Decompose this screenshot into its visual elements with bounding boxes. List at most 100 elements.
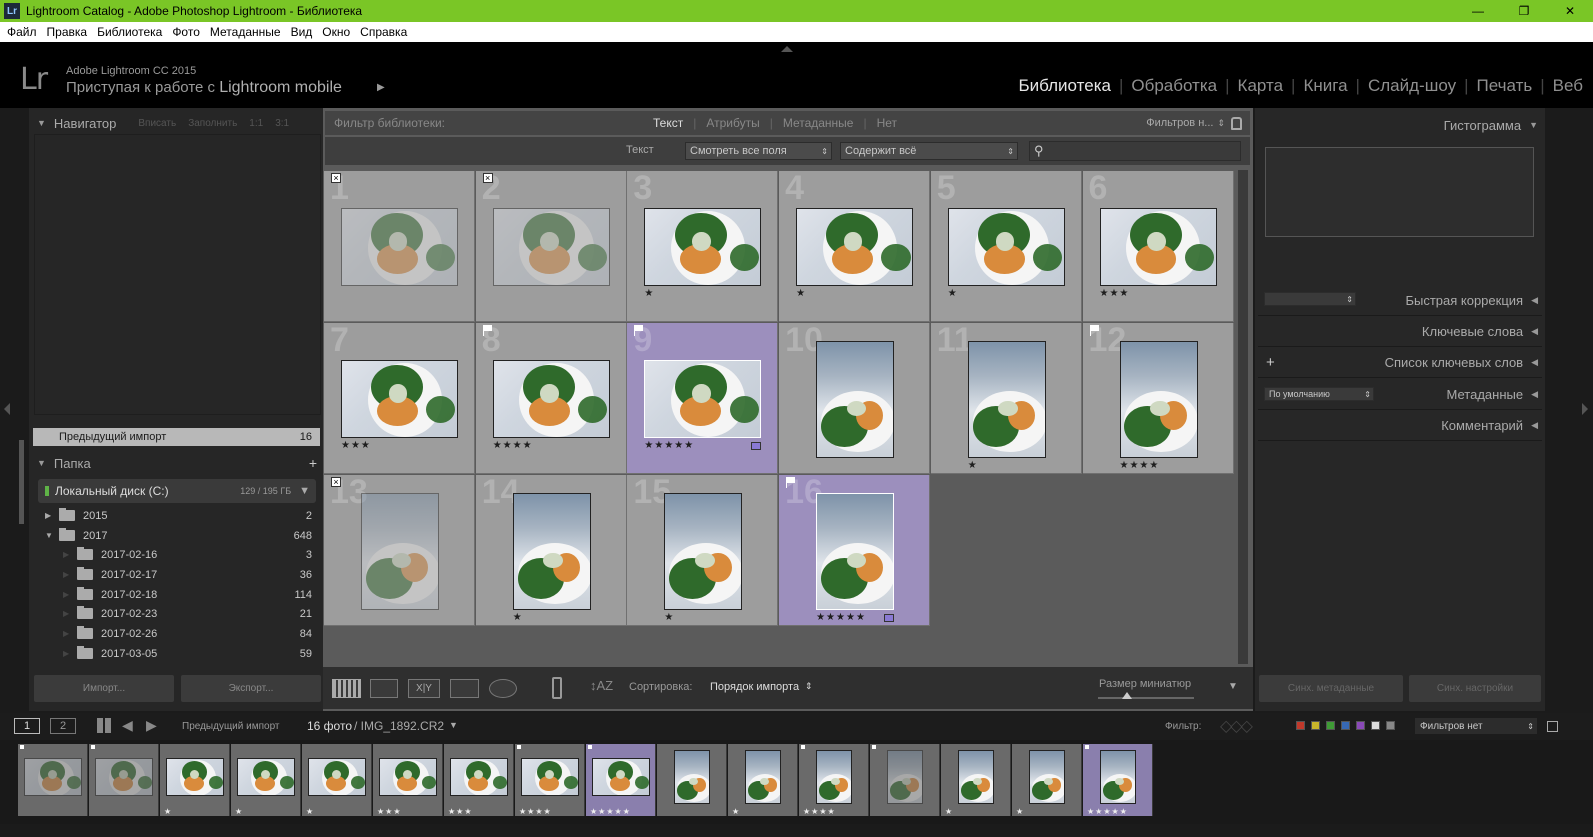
folder-row[interactable]: ▶ 2017-02-26 84 — [33, 624, 320, 643]
photo-thumbnail[interactable] — [644, 208, 762, 286]
filmstrip-filter-select[interactable]: Фильтров нет ⇕ — [1415, 718, 1537, 734]
disk-volume[interactable]: Локальный диск (C:) 129 / 195 ГБ ▼ — [38, 479, 316, 503]
star-rating[interactable]: ★ — [968, 460, 978, 471]
color-label-swatch[interactable] — [1326, 721, 1335, 730]
filmstrip-thumbnail[interactable] — [379, 758, 437, 796]
filmstrip-thumbnail[interactable] — [450, 758, 508, 796]
toolbar-menu-icon[interactable]: ▼ — [1228, 681, 1238, 692]
navigator-preview[interactable] — [34, 134, 321, 415]
search-field-select[interactable]: Смотреть все поля ⇕ — [685, 142, 832, 160]
left-panel-scrollbar[interactable] — [19, 440, 24, 524]
module-slideshow[interactable]: Слайд-шоу — [1362, 76, 1462, 96]
color-label-swatch[interactable] — [1341, 721, 1350, 730]
sort-value[interactable]: Порядок импорта — [710, 681, 799, 693]
folder-row[interactable]: ▶ 2015 2 — [33, 506, 320, 525]
catalog-previous-import[interactable]: Предыдущий импорт 16 — [33, 428, 320, 446]
expand-triangle-icon[interactable]: ▼ — [33, 531, 59, 540]
filmstrip-cell[interactable]: ★ — [302, 744, 372, 816]
right-panel-toggle-icon[interactable] — [1582, 403, 1588, 415]
filmstrip-cell[interactable]: ★ — [1012, 744, 1082, 816]
filmstrip-cell[interactable]: ★★★★★ — [586, 744, 656, 816]
expand-triangle-icon[interactable]: ▶ — [33, 590, 77, 599]
photo-thumbnail[interactable] — [644, 360, 762, 438]
filter-tab-none[interactable]: Нет — [877, 116, 897, 130]
filmstrip-cell[interactable] — [89, 744, 159, 816]
grid-cell[interactable]: 12 ★★★★ — [1082, 323, 1234, 474]
menu-help[interactable]: Справка — [360, 25, 407, 39]
reject-flag-icon[interactable]: × — [331, 173, 341, 183]
sort-dropdown-icon[interactable]: ⇕ — [805, 681, 813, 692]
play-icon[interactable]: ▶ — [377, 82, 385, 93]
grid-cell[interactable]: 6 ★★★ — [1082, 171, 1234, 322]
photo-thumbnail[interactable] — [512, 493, 591, 610]
color-label-swatch[interactable] — [1356, 721, 1365, 730]
comments-header[interactable]: Комментарий ◀ — [1258, 411, 1542, 441]
source-dropdown-icon[interactable]: ▼ — [449, 720, 458, 730]
quick-develop-header[interactable]: ⇕ Быстрая коррекция ◀ — [1258, 286, 1542, 316]
grid-cell[interactable]: 1 × — [324, 171, 475, 322]
filmstrip-thumbnail[interactable] — [887, 750, 923, 804]
star-rating[interactable]: ★ — [513, 612, 523, 623]
photo-thumbnail[interactable] — [361, 493, 439, 610]
filmstrip-cell[interactable]: ★★★★ — [515, 744, 585, 816]
grid-cell[interactable]: 9 ★★★★★ — [627, 323, 779, 474]
color-label-swatch[interactable] — [1371, 721, 1380, 730]
folders-header[interactable]: ▼ Папка + — [29, 450, 323, 476]
filmstrip-cell[interactable] — [870, 744, 940, 816]
photo-thumbnail[interactable] — [967, 341, 1046, 458]
star-rating[interactable]: ★★★ — [1100, 288, 1130, 299]
expand-triangle-icon[interactable]: ▶ — [33, 629, 77, 638]
filmstrip-cell[interactable] — [18, 744, 88, 816]
reject-flag-icon[interactable]: × — [331, 477, 341, 487]
pick-flag-icon[interactable] — [786, 477, 796, 488]
photo-thumbnail[interactable] — [341, 208, 458, 286]
main-screen-button[interactable]: 1 — [14, 718, 40, 734]
star-rating[interactable]: ★★★★ — [1120, 460, 1160, 471]
star-rating[interactable]: ★★★★★ — [644, 440, 694, 451]
star-rating[interactable]: ★ — [664, 612, 674, 623]
grid-cell[interactable]: 14 ★ — [475, 475, 627, 626]
filmstrip-cell[interactable]: ★ — [728, 744, 798, 816]
thumbnail-size-slider[interactable] — [1098, 697, 1194, 699]
filmstrip-cell[interactable]: ★★★ — [444, 744, 514, 816]
menu-metadata[interactable]: Метаданные — [210, 25, 281, 39]
grid-view-icon[interactable] — [332, 679, 361, 698]
metadata-header[interactable]: По умолчанию ⇕ Метаданные ◀ — [1258, 380, 1542, 410]
folder-row[interactable]: ▶ 2017-02-16 3 — [33, 545, 320, 564]
filmstrip-thumbnail[interactable] — [166, 758, 224, 796]
loupe-view-icon[interactable] — [370, 679, 398, 698]
painter-spray-icon[interactable] — [552, 677, 562, 699]
filmstrip-thumbnail[interactable] — [1029, 750, 1065, 804]
star-rating[interactable]: ★ — [948, 288, 958, 299]
pick-flag-icon[interactable] — [634, 325, 644, 336]
menu-library[interactable]: Библиотека — [97, 25, 162, 39]
zoom-fill[interactable]: Заполнить — [188, 118, 237, 129]
keyword-list-header[interactable]: + Список ключевых слов ◀ — [1258, 348, 1542, 378]
grid-cell[interactable]: 7 ★★★ — [324, 323, 475, 474]
mobile-promo[interactable]: Приступая к работе с Lightroom mobile — [66, 79, 342, 97]
menu-window[interactable]: Окно — [322, 25, 350, 39]
menu-file[interactable]: Файл — [7, 25, 37, 39]
compare-view-icon[interactable]: X|Y — [408, 679, 440, 698]
pick-flag-icon[interactable] — [482, 325, 492, 336]
folder-row[interactable]: ▶ 2017-02-18 114 — [33, 585, 320, 604]
zoom-1-1[interactable]: 1:1 — [249, 118, 263, 129]
photo-thumbnail[interactable] — [947, 208, 1065, 286]
preset-dropdown-icon[interactable]: ⇕ — [1217, 118, 1225, 129]
metadata-preset-select[interactable]: По умолчанию ⇕ — [1264, 387, 1374, 401]
star-rating[interactable]: ★ — [796, 288, 806, 299]
filmstrip-cell[interactable]: ★★★★★ — [1083, 744, 1153, 816]
grid-cell[interactable]: 15 ★ — [627, 475, 779, 626]
zoom-3-1[interactable]: 3:1 — [275, 118, 289, 129]
filmstrip-thumbnail[interactable] — [1100, 750, 1136, 804]
search-input[interactable]: ⚲ — [1029, 141, 1241, 161]
photo-thumbnail[interactable] — [796, 208, 914, 286]
lock-icon[interactable] — [1231, 116, 1242, 130]
reject-flag-icon[interactable]: × — [482, 173, 493, 183]
filmstrip-thumbnail[interactable] — [308, 758, 366, 796]
pick-flag-icon[interactable] — [1089, 325, 1099, 336]
filter-lock-icon[interactable] — [1547, 721, 1558, 732]
filmstrip-cell[interactable]: ★ — [160, 744, 230, 816]
disk-menu-icon[interactable]: ▼ — [299, 485, 310, 497]
photo-thumbnail[interactable] — [1099, 208, 1217, 286]
